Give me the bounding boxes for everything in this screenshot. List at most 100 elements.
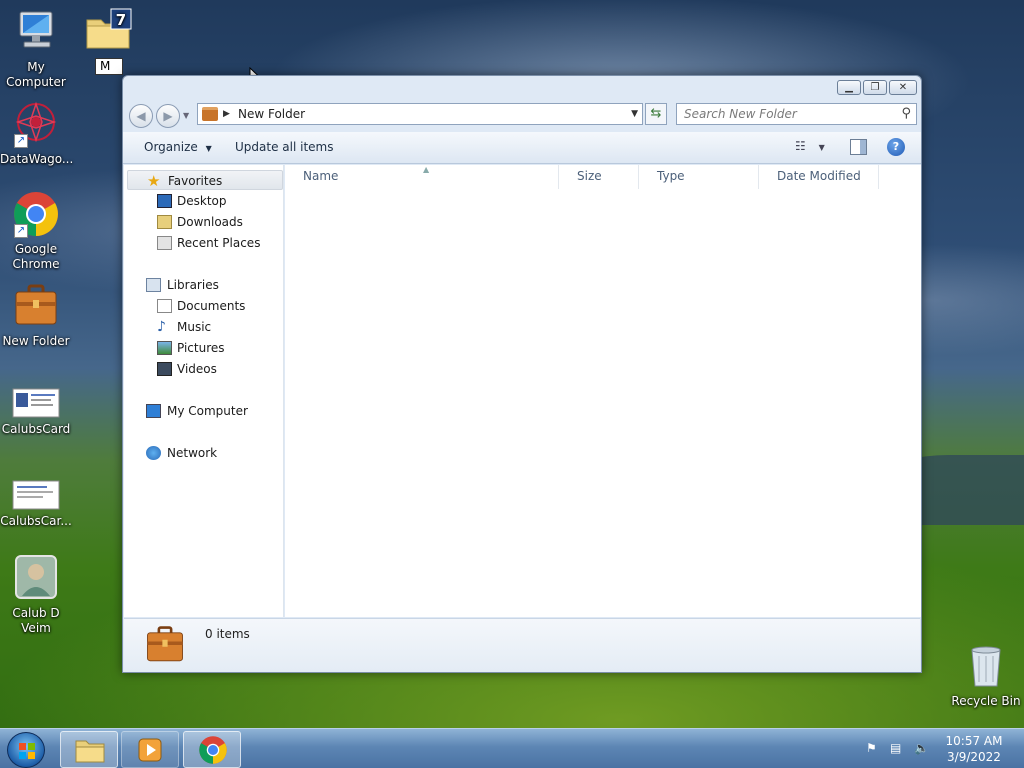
folder-icon: 7 bbox=[84, 8, 132, 56]
desktop-icon-label: New Folder bbox=[2, 334, 70, 348]
desktop-icon-label: Calub D Veim bbox=[12, 606, 60, 635]
recent-pages-dropdown[interactable]: ▼ bbox=[183, 111, 189, 120]
nav-libraries[interactable]: Libraries bbox=[124, 275, 284, 295]
change-view-button[interactable]: ☷ ▼ bbox=[795, 139, 831, 157]
column-header-date-modified[interactable]: Date Modified bbox=[759, 165, 879, 189]
desktop-icon-label: CalubsCard bbox=[1, 422, 71, 436]
computer-icon bbox=[12, 8, 60, 56]
downloads-icon bbox=[157, 215, 172, 229]
recent-places-icon bbox=[157, 236, 172, 250]
taskbar-media-player-button[interactable] bbox=[121, 731, 179, 768]
nav-videos[interactable]: Videos bbox=[124, 359, 284, 379]
refresh-button[interactable]: ⇆ bbox=[645, 103, 667, 125]
organize-button[interactable]: Organize ▼ bbox=[144, 140, 212, 154]
clock-date: 3/9/2022 bbox=[947, 750, 1001, 764]
column-header-size[interactable]: Size bbox=[559, 165, 639, 189]
help-button[interactable]: ? bbox=[887, 138, 905, 156]
back-button[interactable]: ◀ bbox=[129, 104, 153, 128]
item-count: 0 items bbox=[205, 627, 250, 641]
breadcrumb-chevron-icon[interactable]: ▶ bbox=[223, 104, 230, 124]
address-path[interactable]: New Folder bbox=[238, 104, 305, 124]
details-pane: 0 items bbox=[124, 618, 920, 672]
column-header-type[interactable]: Type bbox=[639, 165, 759, 189]
windows-logo-icon bbox=[19, 743, 35, 759]
desktop-icon-new-folder[interactable]: New Folder bbox=[0, 282, 72, 349]
network-icon bbox=[146, 446, 161, 460]
title-bar[interactable]: ▁ ❐ ✕ bbox=[123, 76, 921, 100]
desktop-icon-label: Google Chrome bbox=[12, 242, 60, 271]
column-header-name[interactable]: Name ▲ bbox=[285, 165, 559, 189]
update-all-items-button[interactable]: Update all items bbox=[235, 140, 333, 154]
address-dropdown-icon[interactable]: ▼ bbox=[631, 104, 638, 124]
clock-time: 10:57 AM bbox=[945, 734, 1003, 748]
desktop-icon-label: My Computer bbox=[6, 60, 66, 89]
taskbar-explorer-button[interactable] bbox=[60, 731, 118, 768]
libraries-icon bbox=[146, 278, 161, 292]
desktop-icon bbox=[157, 194, 172, 208]
desktop-icon-google-chrome[interactable]: ↗ Google Chrome bbox=[0, 190, 72, 272]
command-bar: Organize ▼ Update all items ☷ ▼ ? bbox=[123, 132, 921, 164]
folder-badge: 7 bbox=[116, 11, 126, 29]
user-avatar-icon bbox=[12, 554, 60, 602]
desktop-icon-recycle-bin[interactable]: Recycle Bin bbox=[948, 642, 1024, 709]
nav-favorites[interactable]: ★ Favorites bbox=[127, 170, 283, 190]
search-box[interactable]: ⚲ bbox=[676, 103, 917, 125]
navigation-row: ◀ ▶ ▼ ▶ New Folder ▼ ⇆ ⚲ bbox=[123, 100, 921, 130]
nav-pictures[interactable]: Pictures bbox=[124, 338, 284, 358]
address-bar[interactable]: ▶ New Folder ▼ bbox=[197, 103, 643, 125]
volume-icon[interactable]: 🔈 bbox=[914, 741, 930, 757]
desktop-icon-datawagon[interactable]: ↗ DataWago... bbox=[0, 100, 74, 167]
videos-icon bbox=[157, 362, 172, 376]
desktop-icon-label: Recycle Bin bbox=[951, 694, 1021, 708]
card-image-icon bbox=[12, 388, 60, 418]
nav-my-computer[interactable]: My Computer bbox=[124, 401, 284, 421]
nav-recent-places[interactable]: Recent Places bbox=[124, 233, 284, 253]
chevron-down-icon: ▼ bbox=[818, 143, 825, 152]
desktop-icon-calubscard-2[interactable]: CalubsCar... bbox=[0, 480, 72, 529]
desktop-icon-my-computer[interactable]: My Computer bbox=[0, 8, 72, 90]
nav-music[interactable]: ♪ Music bbox=[124, 317, 284, 337]
card-image-icon bbox=[12, 480, 60, 510]
close-button[interactable]: ✕ bbox=[889, 80, 917, 95]
network-status-icon[interactable]: ▤ bbox=[890, 741, 906, 757]
desktop-icon-user[interactable]: Calub D Veim bbox=[0, 554, 72, 636]
datawagon-icon: ↗ bbox=[12, 100, 60, 148]
search-input[interactable] bbox=[677, 104, 892, 124]
minimize-button[interactable]: ▁ bbox=[837, 80, 861, 95]
file-list[interactable]: Name ▲ Size Type Date Modified bbox=[285, 165, 921, 617]
taskbar-chrome-button[interactable] bbox=[183, 731, 241, 768]
start-button[interactable] bbox=[7, 732, 45, 768]
nav-network[interactable]: Network bbox=[124, 443, 284, 463]
shortcut-arrow-icon: ↗ bbox=[14, 224, 28, 238]
briefcase-icon bbox=[144, 624, 186, 666]
forward-button[interactable]: ▶ bbox=[156, 104, 180, 128]
view-list-icon: ☷ bbox=[795, 139, 806, 153]
search-icon[interactable]: ⚲ bbox=[901, 106, 911, 121]
star-icon: ★ bbox=[147, 172, 161, 190]
chrome-icon bbox=[199, 736, 227, 764]
media-player-icon bbox=[138, 738, 162, 762]
explorer-window[interactable]: ▁ ❐ ✕ ◀ ▶ ▼ ▶ New Folder ▼ ⇆ ⚲ Organize … bbox=[122, 75, 922, 673]
taskbar: ⚑ ▤ 🔈 10:57 AM 3/9/2022 bbox=[0, 728, 1024, 768]
briefcase-icon bbox=[12, 282, 60, 330]
recycle-bin-icon bbox=[962, 642, 1010, 690]
folder-icon bbox=[202, 107, 218, 121]
rename-input[interactable]: M bbox=[95, 58, 123, 75]
desktop-icon-calubscard[interactable]: CalubsCard bbox=[0, 388, 72, 437]
sort-ascending-icon: ▲ bbox=[423, 165, 430, 174]
computer-icon bbox=[146, 404, 161, 418]
documents-icon bbox=[157, 299, 172, 313]
maximize-button[interactable]: ❐ bbox=[863, 80, 887, 95]
preview-pane-button[interactable] bbox=[850, 139, 867, 155]
nav-documents[interactable]: Documents bbox=[124, 296, 284, 316]
shortcut-arrow-icon: ↗ bbox=[14, 134, 28, 148]
desktop-icon-folder-renaming[interactable]: 7 bbox=[72, 8, 144, 60]
nav-desktop[interactable]: Desktop bbox=[124, 191, 284, 211]
clock[interactable]: 10:57 AM 3/9/2022 bbox=[944, 733, 1004, 765]
nav-downloads[interactable]: Downloads bbox=[124, 212, 284, 232]
action-center-flag-icon[interactable]: ⚑ bbox=[866, 741, 882, 757]
desktop-icon-label: DataWago... bbox=[0, 152, 74, 166]
navigation-pane[interactable]: ★ Favorites Desktop Downloads Recent Pla… bbox=[124, 165, 284, 617]
chrome-icon: ↗ bbox=[12, 190, 60, 238]
pictures-icon bbox=[157, 341, 172, 355]
